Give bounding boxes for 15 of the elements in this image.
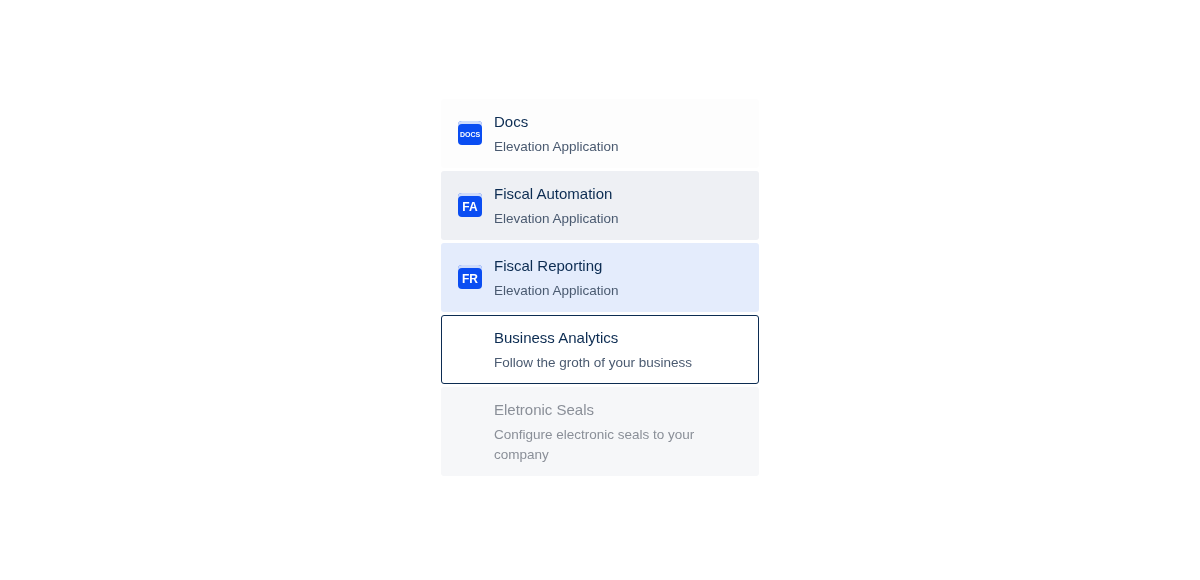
item-title: Eletronic Seals <box>494 401 596 419</box>
app-icon: FR <box>458 265 482 289</box>
list-item[interactable]: FA Fiscal Automation Elevation Application <box>441 171 759 240</box>
item-subtitle: Elevation Application <box>494 138 619 156</box>
item-title: Fiscal Automation <box>494 185 614 203</box>
item-title: Docs <box>494 113 530 131</box>
list-item[interactable]: FR Fiscal Reporting Elevation Application <box>441 243 759 312</box>
item-title: Business Analytics <box>494 329 620 347</box>
app-icon: FA <box>458 193 482 217</box>
item-subtitle: Follow the groth of your business <box>494 354 693 372</box>
item-subtitle: Configure electronic seals to your company <box>494 426 696 464</box>
item-subtitle: Elevation Application <box>494 282 619 300</box>
list-item[interactable]: Business Analytics Follow the groth of your business <box>441 315 759 384</box>
item-subtitle: Elevation Application <box>494 210 619 228</box>
item-title: Fiscal Reporting <box>494 257 604 275</box>
